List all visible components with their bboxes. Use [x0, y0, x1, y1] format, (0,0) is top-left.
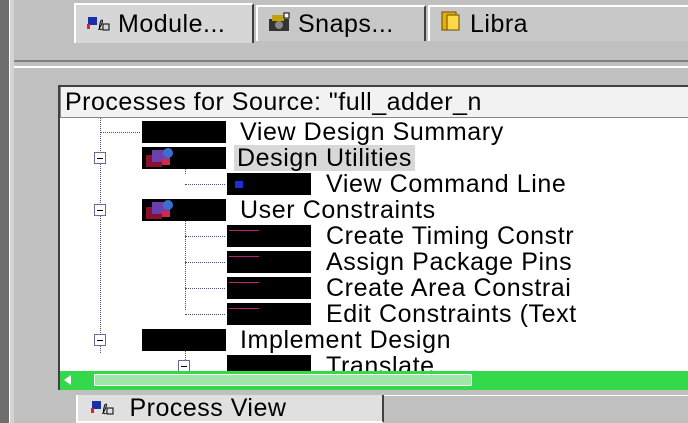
process-icon — [227, 251, 311, 273]
tab-label: Process View — [129, 394, 287, 422]
tree-item-label: Implement Design — [240, 326, 452, 354]
processes-panel: Processes for Source: "full_adder_n View… — [58, 85, 688, 390]
tree-item-label: Edit Constraints (Text — [326, 300, 577, 328]
collapse-icon[interactable] — [94, 152, 106, 164]
constraints-icon — [142, 199, 226, 221]
process-view-icon: ℓ — [90, 395, 116, 421]
scroll-left-arrow-icon[interactable] — [64, 375, 71, 385]
snapshot-icon — [268, 10, 292, 39]
process-icon — [227, 277, 311, 299]
collapse-icon[interactable] — [94, 204, 106, 216]
tree-item-label: Design Utilities — [234, 145, 415, 171]
process-tree[interactable]: View Design Summary Design Utilities Vie… — [60, 118, 688, 373]
tab-library-view[interactable]: Libra — [428, 5, 688, 41]
collapse-icon[interactable] — [94, 334, 106, 346]
horizontal-scrollbar[interactable] — [60, 371, 688, 390]
panel-title: Processes for Source: "full_adder_n — [60, 87, 688, 118]
command-line-icon — [227, 173, 311, 195]
tree-item-assign-package-pins[interactable]: Assign Package Pins — [60, 249, 688, 275]
process-icon — [142, 121, 226, 143]
library-icon — [440, 10, 464, 39]
tree-item-design-utilities[interactable]: Design Utilities — [60, 145, 688, 171]
utilities-icon — [142, 147, 226, 169]
module-view-icon: ℓ — [86, 10, 112, 39]
process-icon — [227, 225, 311, 247]
tree-item-view-design-summary[interactable]: View Design Summary — [60, 119, 688, 145]
tab-label: Module... — [118, 9, 226, 38]
tree-item-label: View Design Summary — [240, 118, 504, 146]
tab-module-view[interactable]: ℓ Module... — [74, 3, 254, 43]
tree-item-label: Translate — [326, 352, 435, 373]
tab-label: Snaps... — [298, 9, 394, 38]
tree-item-create-area-constraints[interactable]: Create Area Constrai — [60, 275, 688, 301]
tree-item-implement-design[interactable]: Implement Design — [60, 327, 688, 353]
tree-item-edit-constraints-text[interactable]: Edit Constraints (Text — [60, 301, 688, 327]
tree-item-view-command-line[interactable]: View Command Line — [60, 171, 688, 197]
tree-item-translate[interactable]: Translate — [60, 353, 688, 373]
tree-item-label: User Constraints — [240, 196, 436, 224]
tree-item-label: Assign Package Pins — [326, 248, 573, 276]
process-icon — [227, 303, 311, 325]
left-frame-edge — [0, 0, 9, 423]
process-icon — [142, 329, 226, 351]
tree-item-label: Create Area Constrai — [326, 274, 572, 302]
toolbar-separator — [14, 60, 688, 68]
top-tab-bar: ℓ Module... Snaps... Libra — [14, 0, 688, 53]
tab-snapshot-view[interactable]: Snaps... — [256, 5, 426, 41]
tab-strip-line — [384, 395, 688, 396]
tree-item-user-constraints[interactable]: User Constraints — [60, 197, 688, 223]
tab-label: Libra — [470, 9, 529, 38]
scrollbar-thumb[interactable] — [94, 374, 472, 386]
tab-process-view[interactable]: ℓ Process View — [76, 395, 384, 423]
tree-item-create-timing-constraints[interactable]: Create Timing Constr — [60, 223, 688, 249]
tree-item-label: View Command Line — [326, 170, 567, 198]
tree-item-label: Create Timing Constr — [326, 222, 575, 250]
